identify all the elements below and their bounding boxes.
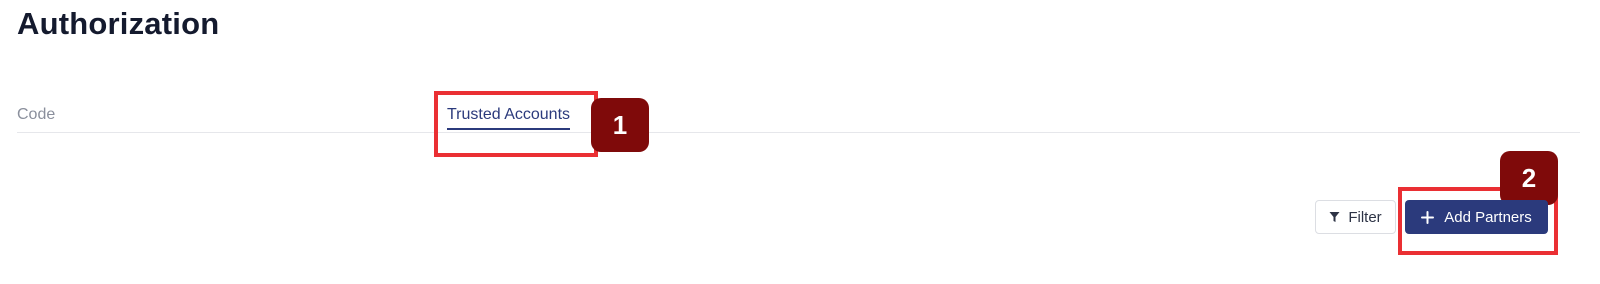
filter-button[interactable]: Filter xyxy=(1315,200,1396,234)
filter-icon xyxy=(1329,211,1340,223)
plus-icon xyxy=(1421,210,1435,224)
authorization-page: Authorization Code Trusted Accounts 1 2 … xyxy=(0,0,1600,284)
page-title: Authorization xyxy=(17,6,220,41)
annotation-badge-2: 2 xyxy=(1500,151,1558,205)
annotation-badge-1: 1 xyxy=(591,98,649,152)
tab-bar: Code Trusted Accounts xyxy=(17,100,1580,133)
add-partners-button[interactable]: Add Partners xyxy=(1405,200,1548,234)
annotation-highlight-1 xyxy=(434,91,598,157)
tab-code[interactable]: Code xyxy=(17,106,55,128)
filter-button-label: Filter xyxy=(1348,208,1382,226)
add-partners-button-label: Add Partners xyxy=(1444,208,1532,226)
tab-code-label: Code xyxy=(17,106,56,123)
